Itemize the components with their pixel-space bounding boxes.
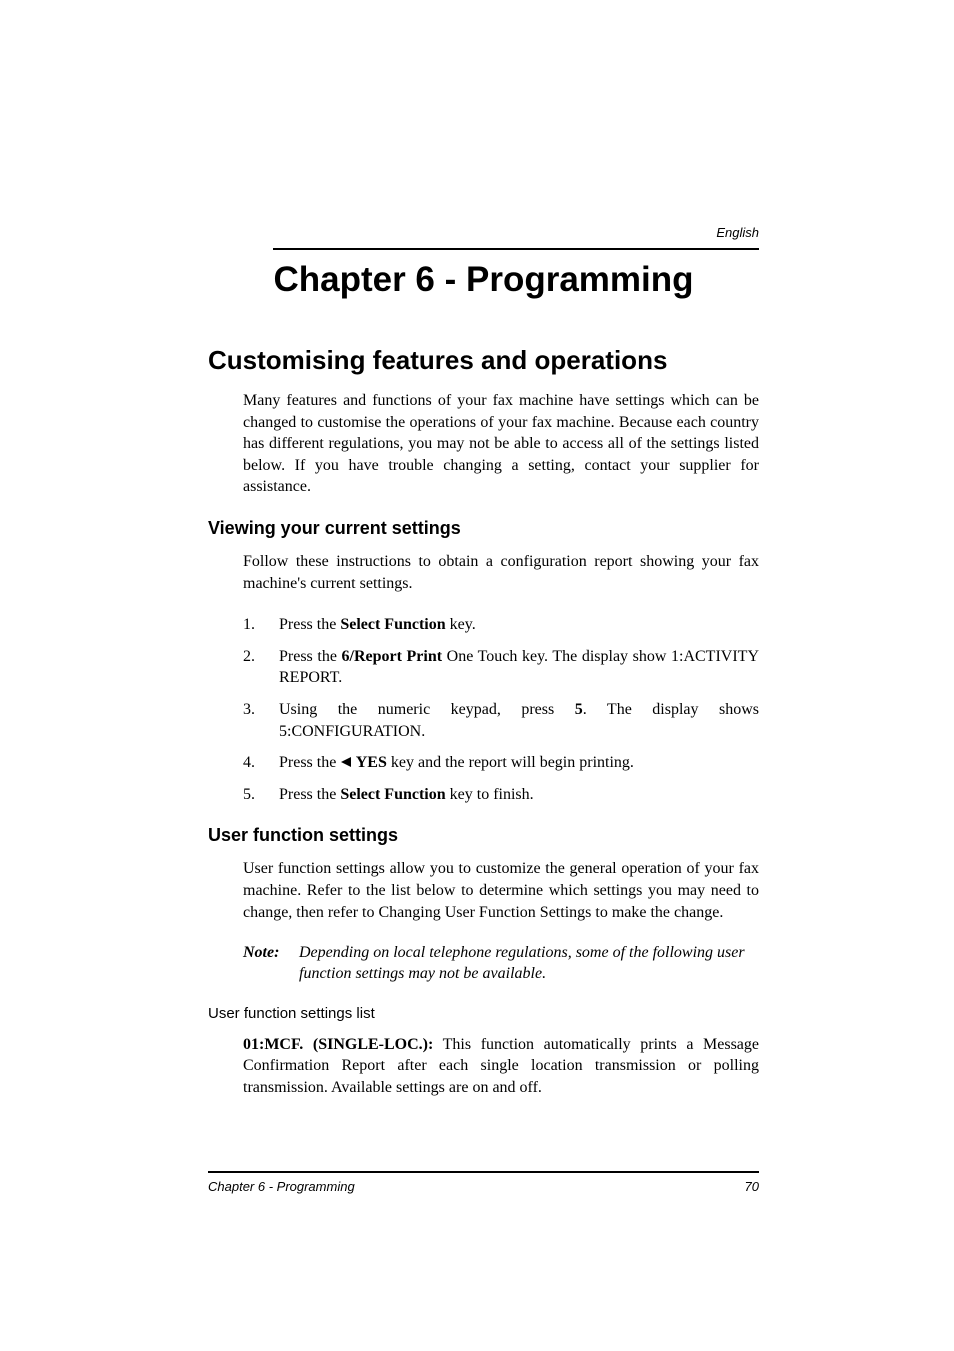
top-rule bbox=[273, 248, 759, 250]
section-intro: Many features and functions of your fax … bbox=[243, 390, 759, 498]
viewing-title: Viewing your current settings bbox=[208, 518, 759, 539]
step-number: 2. bbox=[243, 646, 279, 689]
userfunc-title: User function settings bbox=[208, 825, 759, 846]
step-text: Using the numeric keypad, press 5. The d… bbox=[279, 699, 759, 742]
step-text: Press the YES key and the report will be… bbox=[279, 752, 759, 774]
chapter-title: Chapter 6 - Programming bbox=[208, 260, 759, 300]
step-number: 5. bbox=[243, 784, 279, 806]
step-number: 4. bbox=[243, 752, 279, 774]
step-text: Press the Select Function key. bbox=[279, 614, 759, 636]
note-label: Note: bbox=[243, 943, 299, 985]
userfunc-intro: User function settings allow you to cust… bbox=[243, 858, 759, 923]
language-header: English bbox=[208, 225, 759, 240]
footer-chapter: Chapter 6 - Programming bbox=[208, 1179, 355, 1194]
userfunc-list-title: User function settings list bbox=[208, 1005, 759, 1022]
steps-list: 1. Press the Select Function key. 2. Pre… bbox=[243, 614, 759, 805]
userfunc-item: 01:MCF. (SINGLE-LOC.): This function aut… bbox=[243, 1034, 759, 1099]
list-item: 5. Press the Select Function key to fini… bbox=[243, 784, 759, 806]
step-text: Press the 6/Report Print One Touch key. … bbox=[279, 646, 759, 689]
list-item: 2. Press the 6/Report Print One Touch ke… bbox=[243, 646, 759, 689]
list-item: 1. Press the Select Function key. bbox=[243, 614, 759, 636]
left-triangle-icon bbox=[340, 756, 352, 768]
page-footer: Chapter 6 - Programming 70 bbox=[208, 1171, 759, 1194]
viewing-intro: Follow these instructions to obtain a co… bbox=[243, 551, 759, 594]
step-number: 1. bbox=[243, 614, 279, 636]
step-number: 3. bbox=[243, 699, 279, 742]
footer-page-number: 70 bbox=[745, 1179, 759, 1194]
footer-rule bbox=[208, 1171, 759, 1173]
note-block: Note: Depending on local telephone regul… bbox=[243, 943, 759, 985]
list-item: 4. Press the YES key and the report will… bbox=[243, 752, 759, 774]
step-text: Press the Select Function key to finish. bbox=[279, 784, 759, 806]
list-item: 3. Using the numeric keypad, press 5. Th… bbox=[243, 699, 759, 742]
note-text: Depending on local telephone regulations… bbox=[299, 943, 759, 985]
section-title: Customising features and operations bbox=[208, 345, 759, 376]
